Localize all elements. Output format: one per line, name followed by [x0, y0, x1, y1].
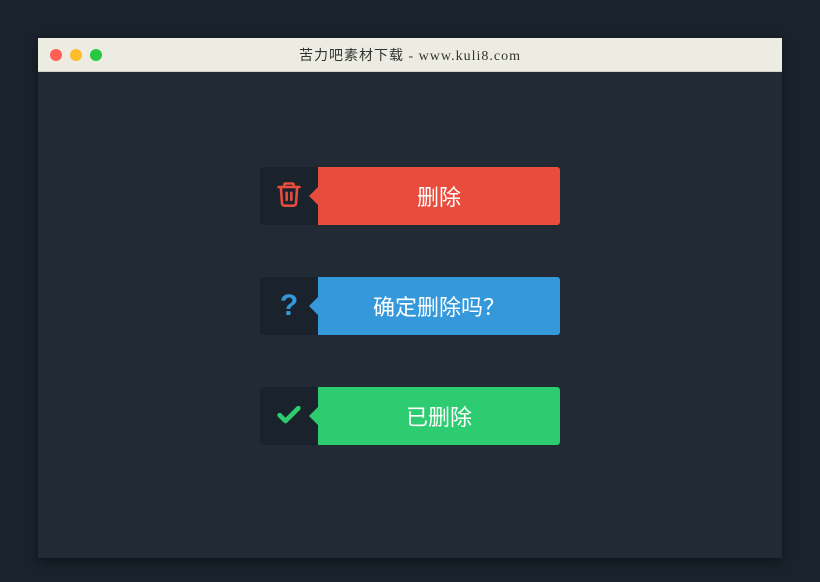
minimize-button[interactable] — [70, 49, 82, 61]
window-title: 苦力吧素材下载 - www.kuli8.com — [38, 45, 782, 65]
confirm-delete-button-label: 确定删除吗？ — [318, 277, 560, 335]
zoom-button[interactable] — [90, 49, 102, 61]
delete-button[interactable]: 删除 — [260, 167, 560, 225]
deleted-status-button[interactable]: 已删除 — [260, 387, 560, 445]
titlebar: 苦力吧素材下载 - www.kuli8.com — [38, 38, 782, 72]
delete-button-label: 删除 — [318, 167, 560, 225]
content-area: 删除 ? 确定删除吗？ 已删除 — [38, 72, 782, 445]
close-button[interactable] — [50, 49, 62, 61]
browser-window: 苦力吧素材下载 - www.kuli8.com 删除 ? — [38, 38, 782, 558]
traffic-lights — [50, 49, 102, 61]
confirm-delete-button[interactable]: ? 确定删除吗？ — [260, 277, 560, 335]
deleted-status-label: 已删除 — [318, 387, 560, 445]
